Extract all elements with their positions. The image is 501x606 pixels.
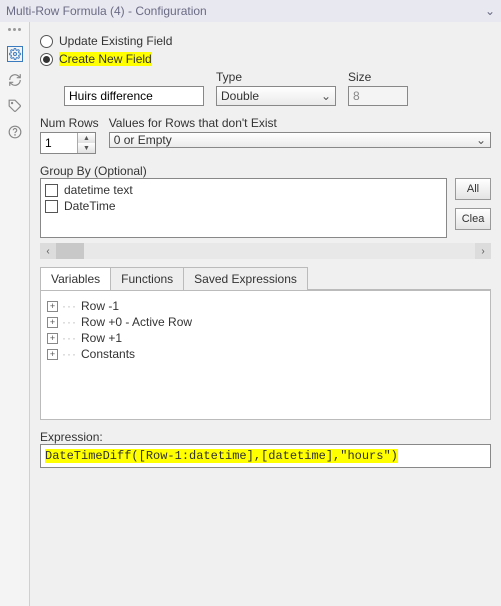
numrows-label: Num Rows	[40, 116, 99, 130]
all-button[interactable]: All	[455, 178, 491, 200]
horizontal-scrollbar[interactable]: ‹ ›	[40, 242, 491, 260]
clear-button[interactable]: Clea	[455, 208, 491, 230]
scroll-thumb[interactable]	[56, 243, 84, 259]
radio-icon	[40, 35, 53, 48]
groupby-listbox[interactable]: datetime text DateTime	[40, 178, 447, 238]
expand-icon[interactable]: +	[47, 301, 58, 312]
tab-saved-expressions[interactable]: Saved Expressions	[183, 267, 308, 290]
refresh-icon[interactable]	[7, 72, 23, 88]
numrows-spinner[interactable]: ▲▼	[40, 132, 96, 154]
tab-variables[interactable]: Variables	[40, 267, 111, 290]
groupby-item[interactable]: datetime text	[45, 183, 442, 197]
spinner-up-icon[interactable]: ▲	[78, 133, 95, 143]
tab-functions[interactable]: Functions	[110, 267, 184, 290]
type-dropdown[interactable]: Double ⌄	[216, 86, 336, 106]
drag-handle-icon[interactable]	[6, 28, 24, 36]
numrows-input[interactable]	[41, 133, 77, 153]
checkbox-icon	[45, 184, 58, 197]
expression-label: Expression:	[40, 430, 103, 444]
chevron-down-icon: ⌄	[476, 133, 486, 147]
expression-text: DateTimeDiff([Row-1:datetime],[datetime]…	[45, 449, 398, 463]
tree-node[interactable]: +···Constants	[47, 347, 484, 361]
titlebar: Multi-Row Formula (4) - Configuration ⌄	[0, 0, 501, 22]
variables-tree[interactable]: +···Row -1 +···Row +0 - Active Row +···R…	[40, 290, 491, 420]
scroll-left-icon[interactable]: ‹	[40, 243, 56, 259]
tree-node[interactable]: +···Row -1	[47, 299, 484, 313]
collapse-icon[interactable]: ⌄	[485, 4, 495, 18]
expand-icon[interactable]: +	[47, 333, 58, 344]
radio-create-new[interactable]: Create New Field	[40, 52, 491, 66]
groupby-label: Group By (Optional)	[40, 164, 147, 178]
window-title: Multi-Row Formula (4) - Configuration	[6, 4, 207, 18]
values-dropdown[interactable]: 0 or Empty ⌄	[109, 132, 491, 148]
expression-input[interactable]: DateTimeDiff([Row-1:datetime],[datetime]…	[40, 444, 491, 468]
groupby-item[interactable]: DateTime	[45, 199, 442, 213]
left-toolbar	[0, 22, 30, 606]
tag-icon[interactable]	[7, 98, 23, 114]
type-label: Type	[216, 70, 336, 84]
radio-icon	[40, 53, 53, 66]
groupby-item-label: datetime text	[64, 183, 133, 197]
size-input	[348, 86, 408, 106]
groupby-item-label: DateTime	[64, 199, 116, 213]
values-value: 0 or Empty	[114, 133, 172, 147]
size-label: Size	[348, 70, 408, 84]
scroll-right-icon[interactable]: ›	[475, 243, 491, 259]
radio-update-label: Update Existing Field	[59, 34, 172, 48]
checkbox-icon	[45, 200, 58, 213]
tree-node[interactable]: +···Row +0 - Active Row	[47, 315, 484, 329]
help-icon[interactable]	[7, 124, 23, 140]
spinner-down-icon[interactable]: ▼	[78, 143, 95, 153]
scroll-track[interactable]	[56, 243, 475, 259]
tree-node[interactable]: +···Row +1	[47, 331, 484, 345]
chevron-down-icon: ⌄	[321, 89, 331, 103]
expand-icon[interactable]: +	[47, 317, 58, 328]
radio-create-label: Create New Field	[59, 52, 152, 66]
values-label: Values for Rows that don't Exist	[109, 116, 491, 130]
radio-update-existing[interactable]: Update Existing Field	[40, 34, 491, 48]
type-value: Double	[221, 89, 259, 103]
expand-icon[interactable]: +	[47, 349, 58, 360]
gear-icon[interactable]	[7, 46, 23, 62]
tabs: Variables Functions Saved Expressions	[40, 266, 491, 290]
field-name-input[interactable]	[64, 86, 204, 106]
